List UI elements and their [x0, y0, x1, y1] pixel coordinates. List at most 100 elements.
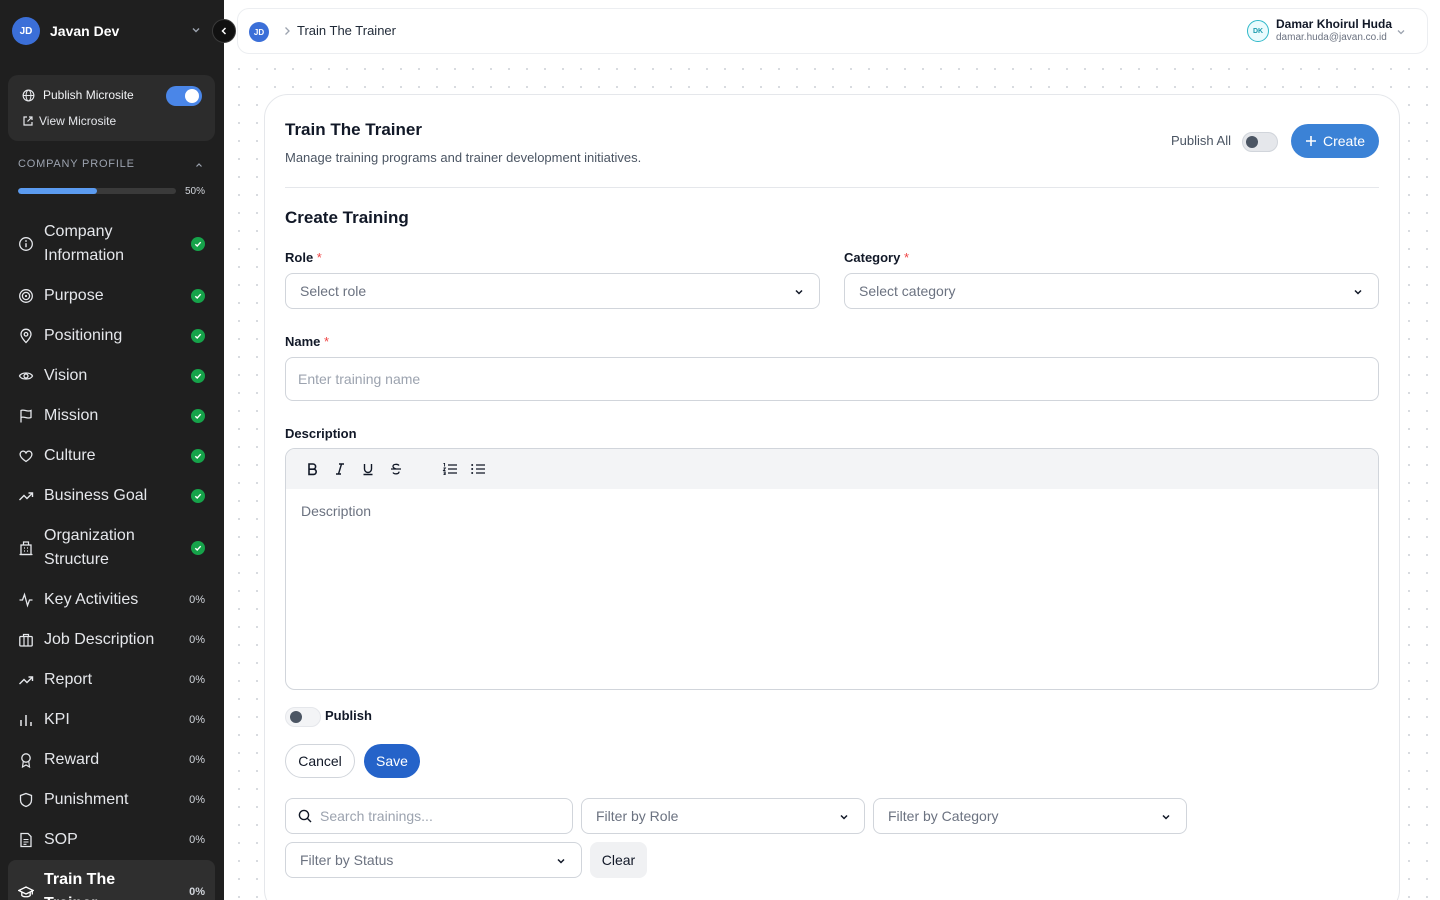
underline-icon[interactable]: [360, 461, 376, 477]
sidebar-item-label: Business Goal: [44, 487, 148, 504]
chevron-right-icon: [285, 27, 290, 35]
sidebar-item-label: Punishment: [44, 791, 129, 808]
sidebar-item-label: Positioning: [44, 327, 123, 344]
filter-category-select[interactable]: Filter by Category: [873, 798, 1187, 834]
sidebar-item-label: SOP: [44, 831, 78, 848]
shield-icon: [18, 792, 34, 808]
strikethrough-icon[interactable]: [388, 461, 404, 477]
category-select[interactable]: Select category: [844, 273, 1379, 309]
sidebar-item-organization-structure[interactable]: Organization Structure: [8, 516, 215, 580]
sidebar-item-label: Key Activities: [44, 591, 139, 608]
external-link-icon: [23, 116, 33, 126]
sidebar-item-label: KPI: [44, 711, 70, 728]
filter-status-select[interactable]: Filter by Status: [285, 842, 582, 878]
sidebar-item-punishment[interactable]: Punishment 0%: [8, 780, 215, 820]
sidebar-item-progress: 0%: [189, 754, 205, 766]
description-editor[interactable]: Description: [285, 448, 1379, 690]
sidebar-item-report[interactable]: Report 0%: [8, 660, 215, 700]
bold-icon[interactable]: [304, 461, 320, 477]
company-profile-progress: [18, 188, 176, 194]
chevron-up-icon[interactable]: [194, 160, 204, 170]
sidebar-item-label: Mission: [44, 407, 99, 424]
sidebar-item-culture[interactable]: Culture: [8, 436, 215, 476]
role-select[interactable]: Select role: [285, 273, 820, 309]
publish-toggle[interactable]: [285, 707, 321, 727]
sidebar-item-label: Report: [44, 671, 93, 688]
create-button[interactable]: Create: [1291, 124, 1379, 158]
view-microsite-label: View Microsite: [39, 114, 117, 128]
breadcrumb-avatar[interactable]: JD: [249, 22, 269, 42]
briefcase-icon: [18, 632, 34, 648]
sidebar-item-label: Vision: [44, 367, 88, 384]
required-mark: *: [324, 334, 330, 349]
chevron-down-icon: [840, 814, 848, 820]
activity-icon: [18, 592, 34, 608]
filter-status-value: Filter by Status: [300, 852, 394, 868]
sidebar-item-purpose[interactable]: Purpose: [8, 276, 215, 316]
publish-all-label: Publish All: [1171, 133, 1231, 148]
role-label: Role *: [285, 250, 322, 265]
category-select-value: Select category: [859, 283, 956, 299]
sidebar-item-company-information[interactable]: Company Information: [8, 212, 215, 276]
sidebar-item-key-activities[interactable]: Key Activities 0%: [8, 580, 215, 620]
progress-fill: [18, 188, 97, 194]
sidebar-item-label: Purpose: [44, 287, 104, 304]
sidebar-item-job-description[interactable]: Job Description 0%: [8, 620, 215, 660]
sidebar: JD Javan Dev Publish Microsite View Micr…: [0, 0, 236, 900]
publish-microsite-label: Publish Microsite: [43, 88, 134, 102]
publish-all-toggle[interactable]: [1242, 132, 1278, 152]
map-pin-icon: [18, 328, 34, 344]
workspace-switcher[interactable]: JD Javan Dev: [0, 0, 224, 62]
training-name-input[interactable]: Enter training name: [285, 357, 1379, 401]
page-subtitle: Manage training programs and trainer dev…: [285, 150, 642, 165]
progress-percent: 50%: [185, 186, 206, 197]
sidebar-item-sop[interactable]: SOP 0%: [8, 820, 215, 860]
breadcrumb-current[interactable]: Train The Trainer: [297, 23, 396, 38]
italic-icon[interactable]: [332, 461, 348, 477]
company-profile-heading: COMPANY PROFILE: [18, 158, 135, 170]
filter-role-select[interactable]: Filter by Role: [581, 798, 865, 834]
chevron-down-icon: [557, 858, 565, 864]
ordered-list-icon[interactable]: [442, 461, 458, 477]
name-label: Name *: [285, 334, 329, 349]
sidebar-item-vision[interactable]: Vision: [8, 356, 215, 396]
user-name[interactable]: Damar Khoirul Huda: [1276, 17, 1392, 31]
check-circle-icon: [191, 409, 205, 423]
role-select-value: Select role: [300, 283, 367, 299]
user-avatar[interactable]: DK: [1247, 20, 1269, 42]
chevron-down-icon: [1354, 289, 1362, 295]
check-circle-icon: [191, 541, 205, 555]
sidebar-item-mission[interactable]: Mission: [8, 396, 215, 436]
name-label-text: Name: [285, 334, 321, 349]
sidebar-item-label: Job Description: [44, 631, 155, 648]
sidebar-item-progress: 0%: [189, 714, 205, 726]
sidebar-item-train-the-trainer[interactable]: Train The Trainer 0%: [8, 860, 215, 900]
sidebar-item-reward[interactable]: Reward 0%: [8, 740, 215, 780]
target-icon: [18, 288, 34, 304]
bullet-list-icon[interactable]: [470, 461, 486, 477]
sidebar-item-kpi[interactable]: KPI 0%: [8, 700, 215, 740]
plus-icon: [1305, 136, 1316, 146]
required-mark: *: [903, 250, 910, 265]
microsite-card: Publish Microsite View Microsite: [8, 75, 215, 141]
check-circle-icon: [191, 237, 205, 251]
info-icon: [18, 236, 34, 252]
sidebar-item-positioning[interactable]: Positioning: [8, 316, 215, 356]
collapse-sidebar-button[interactable]: [212, 19, 236, 43]
chevron-down-icon[interactable]: [1395, 26, 1407, 38]
search-trainings-input[interactable]: Search trainings...: [285, 798, 573, 834]
building-icon: [18, 540, 34, 556]
sidebar-item-label: Culture: [44, 447, 96, 464]
category-label-text: Category: [844, 250, 901, 265]
view-microsite-link[interactable]: View Microsite: [22, 114, 116, 128]
sidebar-item-business-goal[interactable]: Business Goal: [8, 476, 215, 516]
cancel-button[interactable]: Cancel: [285, 744, 355, 778]
save-button[interactable]: Save: [364, 744, 420, 778]
sidebar-item-progress: 0%: [189, 594, 205, 606]
role-label-text: Role: [285, 250, 314, 265]
publish-microsite-toggle[interactable]: [166, 86, 202, 106]
description-label: Description: [285, 426, 357, 441]
globe-icon: [22, 89, 35, 101]
chevron-down-icon: [192, 28, 200, 33]
clear-filters-button[interactable]: Clear: [590, 842, 647, 878]
